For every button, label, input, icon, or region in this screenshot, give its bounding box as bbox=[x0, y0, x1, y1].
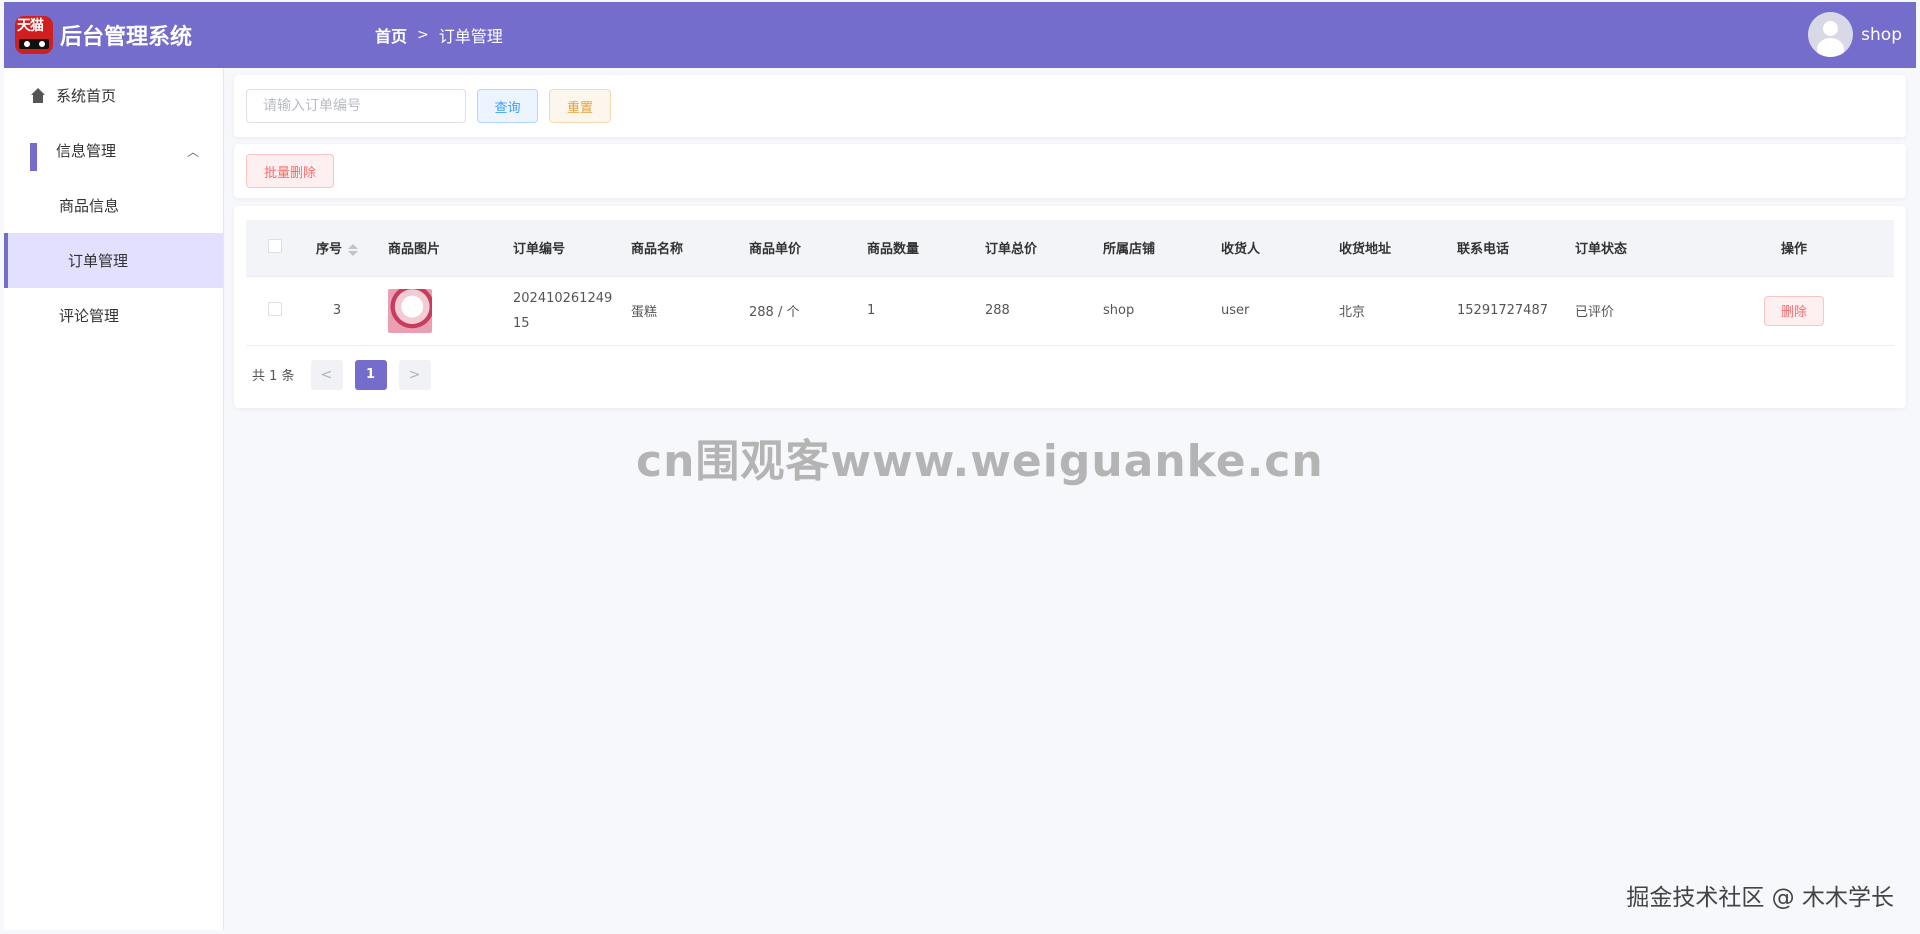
sidebar-item-label: 信息管理 bbox=[56, 142, 117, 160]
breadcrumb-separator-icon: > bbox=[417, 27, 429, 43]
table-panel: 序号 商品图片 订单编号 商品名称 商品单价 商品数量 订单总价 所属店铺 收货… bbox=[234, 206, 1906, 408]
sidebar-item-label: 商品信息 bbox=[59, 197, 120, 215]
home-icon bbox=[30, 87, 46, 104]
watermark-corner: 掘金技术社区 @ 木木学长 bbox=[1626, 885, 1894, 911]
reset-button[interactable]: 重置 bbox=[549, 89, 611, 123]
pagination: 共 1 条 < 1 > bbox=[246, 346, 1894, 404]
product-image[interactable] bbox=[388, 288, 432, 333]
column-header-status: 订单状态 bbox=[1567, 220, 1694, 277]
sidebar-item-order-management[interactable]: 订单管理 bbox=[4, 233, 223, 288]
logo-eyes bbox=[19, 39, 49, 49]
query-button[interactable]: 查询 bbox=[477, 89, 538, 123]
prev-page-button[interactable]: < bbox=[310, 359, 343, 390]
app-logo: 天猫 bbox=[15, 16, 53, 54]
row-phone: 15291727487 bbox=[1449, 276, 1567, 346]
sidebar-item-home[interactable]: 系统首页 bbox=[4, 68, 223, 123]
table-row: 3 202410261249 15 蛋糕 288 / 个 1 288 shop u… bbox=[246, 276, 1894, 346]
column-header-order-no: 订单编号 bbox=[505, 220, 623, 277]
column-header-operation: 操作 bbox=[1694, 220, 1894, 277]
row-total: 288 bbox=[977, 276, 1095, 346]
sidebar-item-comment-management[interactable]: 评论管理 bbox=[4, 288, 223, 343]
row-shop: shop bbox=[1095, 276, 1213, 346]
page-number-current[interactable]: 1 bbox=[354, 359, 387, 390]
breadcrumb-current: 订单管理 bbox=[438, 27, 503, 46]
avatar[interactable] bbox=[1808, 12, 1854, 57]
sidebar-item-product-info[interactable]: 商品信息 bbox=[4, 178, 223, 233]
row-quantity: 1 bbox=[859, 276, 977, 346]
breadcrumb-home[interactable]: 首页 bbox=[375, 23, 407, 47]
sidebar: 系统首页 信息管理 ︿ 商品信息 订单管理 评论管理 bbox=[4, 68, 224, 930]
table-header-row: 序号 商品图片 订单编号 商品名称 商品单价 商品数量 订单总价 所属店铺 收货… bbox=[246, 220, 1894, 277]
orders-table: 序号 商品图片 订单编号 商品名称 商品单价 商品数量 订单总价 所属店铺 收货… bbox=[246, 220, 1894, 346]
column-header-image: 商品图片 bbox=[380, 220, 505, 277]
row-index: 3 bbox=[294, 276, 380, 346]
row-status: 已评价 bbox=[1567, 276, 1694, 346]
order-number-search-input[interactable] bbox=[246, 89, 466, 123]
row-product-name: 蛋糕 bbox=[623, 276, 741, 346]
search-panel: 查询 重置 bbox=[234, 75, 1906, 137]
top-header: 天猫 后台管理系统 首页 > 订单管理 shop bbox=[4, 2, 1916, 68]
user-menu[interactable]: shop bbox=[1808, 12, 1902, 57]
breadcrumb: 首页 > 订单管理 bbox=[375, 23, 503, 47]
column-header-total: 订单总价 bbox=[977, 220, 1095, 277]
row-checkbox[interactable] bbox=[268, 301, 282, 316]
username[interactable]: shop bbox=[1861, 25, 1902, 45]
sidebar-item-label: 系统首页 bbox=[56, 87, 117, 105]
batch-delete-button[interactable]: 批量删除 bbox=[246, 154, 334, 188]
row-order-no: 202410261249 15 bbox=[505, 276, 623, 346]
column-header-address: 收货地址 bbox=[1331, 220, 1449, 277]
column-header-receiver: 收货人 bbox=[1213, 220, 1331, 277]
watermark-center: cn围观客www.weiguanke.cn bbox=[636, 436, 1324, 487]
next-page-button[interactable]: > bbox=[398, 359, 431, 390]
grid-icon bbox=[30, 142, 46, 171]
column-header-product-name: 商品名称 bbox=[623, 220, 741, 277]
column-header-shop: 所属店铺 bbox=[1095, 220, 1213, 277]
sidebar-item-label: 订单管理 bbox=[68, 252, 129, 270]
logo-text: 天猫 bbox=[17, 18, 44, 34]
chevron-up-icon: ︿ bbox=[186, 145, 199, 159]
column-header-phone: 联系电话 bbox=[1449, 220, 1567, 277]
delete-button[interactable]: 删除 bbox=[1764, 295, 1824, 326]
column-header-unit-price: 商品单价 bbox=[741, 220, 859, 277]
row-address: 北京 bbox=[1331, 276, 1449, 346]
column-header-index[interactable]: 序号 bbox=[294, 220, 380, 277]
sidebar-item-info-management[interactable]: 信息管理 ︿ bbox=[4, 123, 223, 178]
sort-icon[interactable] bbox=[348, 243, 358, 256]
row-unit-price: 288 / 个 bbox=[741, 276, 859, 346]
pagination-total: 共 1 条 bbox=[252, 369, 295, 384]
sidebar-item-label: 评论管理 bbox=[59, 307, 120, 325]
column-header-quantity: 商品数量 bbox=[859, 220, 977, 277]
action-panel: 批量删除 bbox=[234, 144, 1906, 198]
select-all-checkbox[interactable] bbox=[268, 238, 282, 253]
app-title: 后台管理系统 bbox=[60, 25, 193, 50]
row-receiver: user bbox=[1213, 276, 1331, 346]
